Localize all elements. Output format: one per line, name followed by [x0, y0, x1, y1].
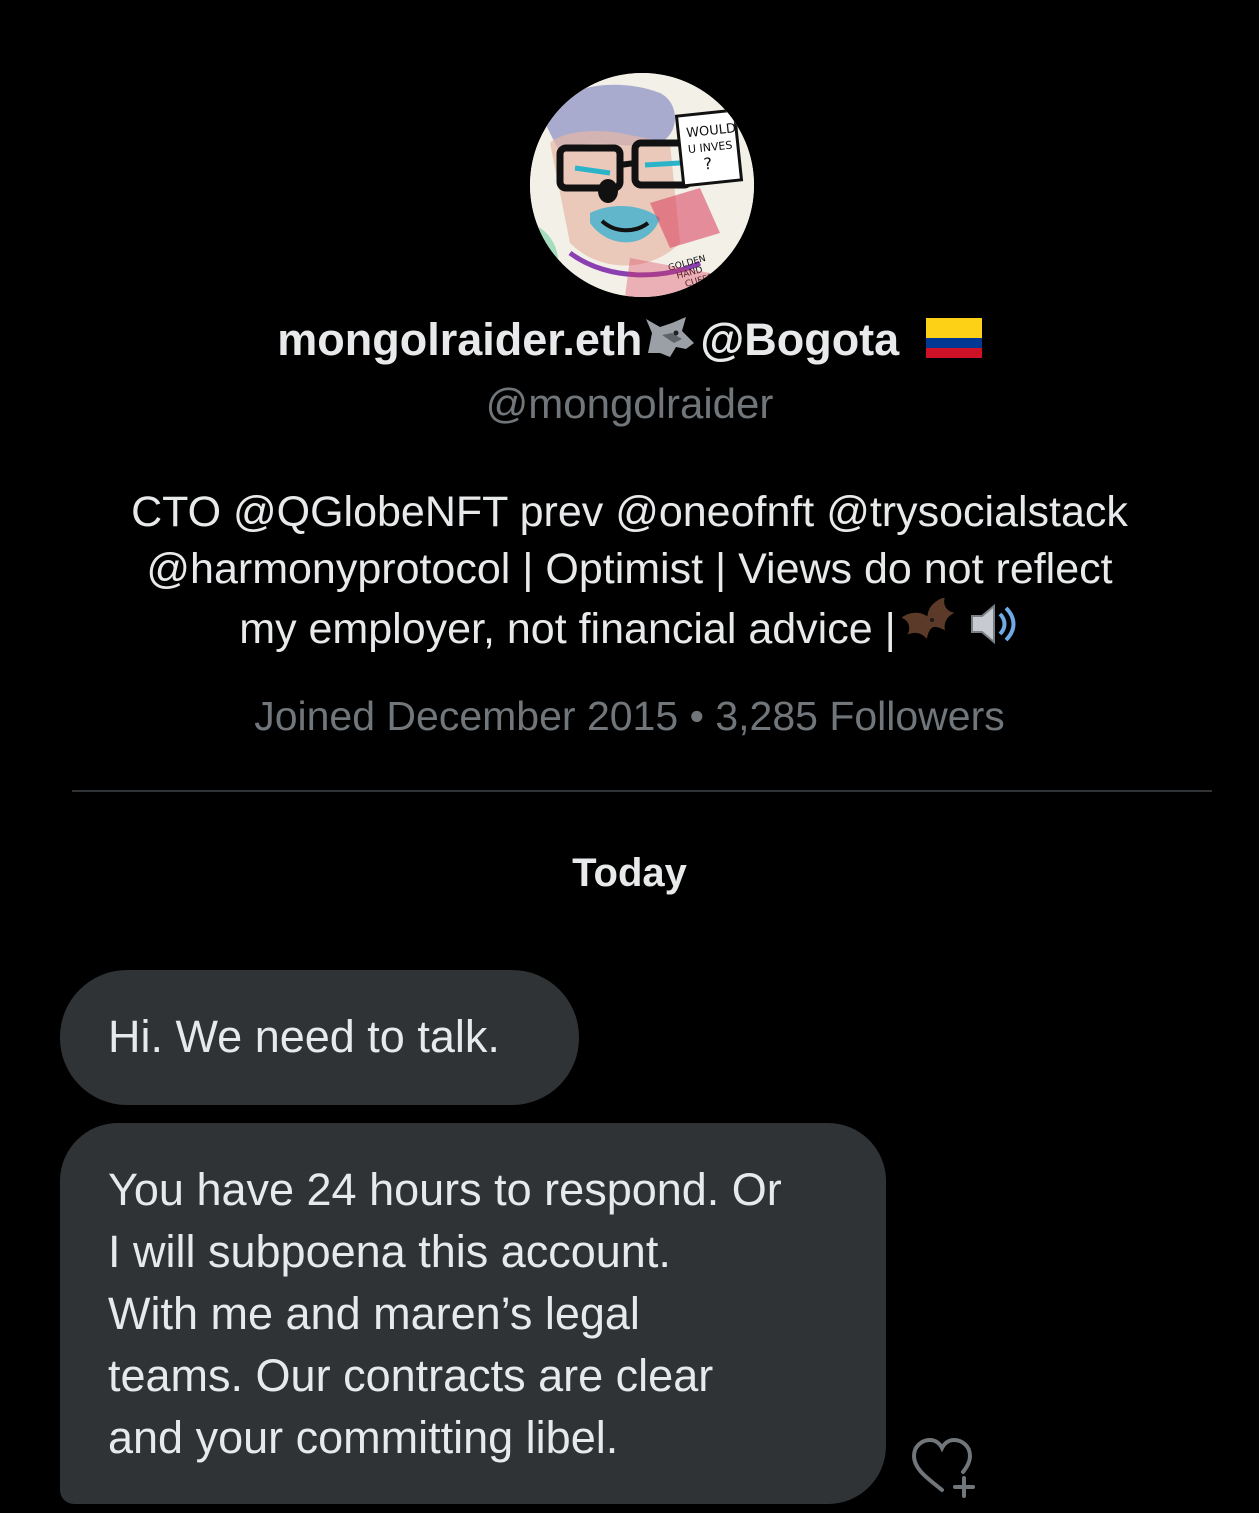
bat-icon [901, 597, 958, 665]
speaker-icon [964, 598, 1020, 665]
bio-line-text: my employer, not financial advice | [239, 604, 896, 653]
display-name: mongolraider.eth @Bogota [0, 312, 1259, 374]
message-text-line: and your committing libel. [108, 1412, 619, 1463]
meta-separator: • [689, 693, 704, 739]
message-text-line: You have 24 hours to respond. Or [108, 1164, 782, 1215]
message-text: Hi. We need to talk. [108, 1011, 500, 1062]
followers-count[interactable]: 3,285 Followers [715, 693, 1004, 739]
joined-date: Joined December 2015 [254, 693, 679, 739]
heart-plus-icon[interactable] [910, 1436, 980, 1500]
display-name-part2: @Bogota [700, 314, 900, 365]
bio-line-last: my employer, not financial advice | [60, 597, 1199, 665]
bio-line: CTO @QGlobeNFT prev @oneofnft @trysocial… [131, 488, 1128, 536]
display-name-part1: mongolraider.eth [277, 314, 643, 365]
avatar[interactable]: WOULD U INVES ? GOLDEN HAND CUFFS [530, 73, 754, 297]
message-text-line: teams. Our contracts are clear [108, 1350, 714, 1401]
message-text-line: With me and maren’s legal [108, 1288, 640, 1339]
profile-handle[interactable]: @mongolraider [0, 378, 1259, 430]
date-separator: Today [572, 851, 687, 895]
profile-bio: CTO @QGlobeNFT prev @oneofnft @trysocial… [60, 484, 1199, 665]
colombia-flag-icon [925, 315, 982, 371]
message-bubble[interactable]: Hi. We need to talk. [60, 970, 579, 1105]
message-text-line: I will subpoena this account. [108, 1226, 671, 1277]
divider [72, 790, 1212, 792]
bio-line: @harmonyprotocol | Optimist | Views do n… [146, 545, 1113, 593]
message-bubble[interactable]: You have 24 hours to respond. Or I will … [60, 1123, 886, 1504]
wolf-icon [642, 313, 700, 374]
profile-meta: Joined December 2015 • 3,285 Followers [0, 690, 1259, 742]
avatar-drawing: WOULD U INVES ? GOLDEN HAND CUFFS [530, 73, 754, 297]
